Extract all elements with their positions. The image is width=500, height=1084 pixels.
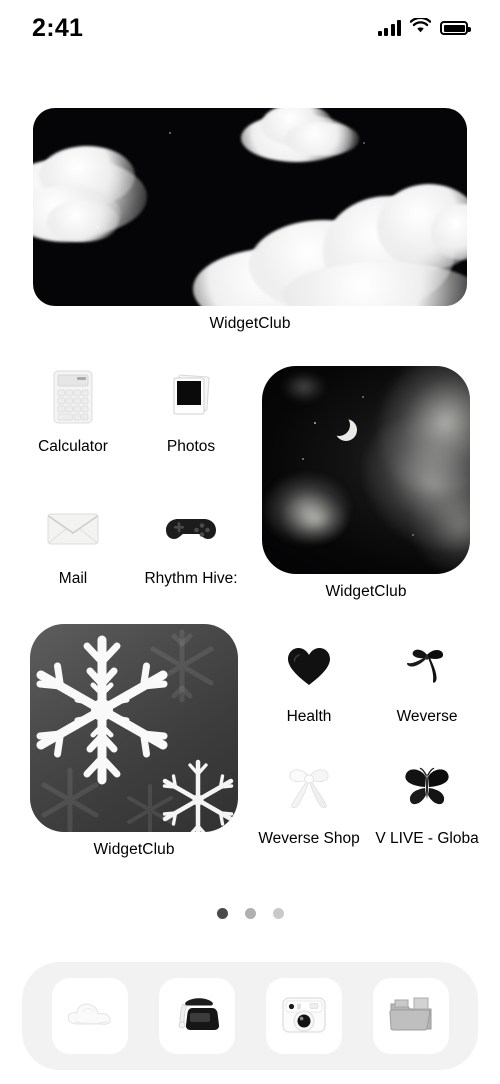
white-cloud-icon: [65, 998, 115, 1035]
status-bar-time: 2:41: [32, 13, 84, 42]
widget-label: WidgetClub: [209, 315, 291, 332]
widget-label: WidgetClub: [93, 841, 175, 858]
dock: [22, 962, 478, 1070]
dock-item-phone[interactable]: [158, 978, 235, 1054]
app-icon-weverse[interactable]: Weverse: [381, 638, 473, 726]
page-dot-2[interactable]: [244, 908, 256, 919]
widget-label: WidgetClub: [325, 583, 407, 600]
app-label: Weverse Shop: [258, 830, 360, 847]
widget-wide-clouds-art[interactable]: [33, 108, 467, 306]
widget-square-moon[interactable]: WidgetClub: [262, 366, 470, 601]
widget-square-moon-art[interactable]: [262, 366, 470, 574]
widget-square-snowflake[interactable]: WidgetClub: [30, 624, 238, 859]
instant-camera-icon: [280, 992, 328, 1041]
app-label: Weverse: [396, 708, 458, 725]
game-controller-icon: [162, 500, 220, 558]
calculator-icon: [44, 368, 102, 426]
app-label: Rhythm Hive:: [144, 570, 238, 587]
app-label: Calculator: [38, 438, 108, 455]
app-label: Photos: [166, 438, 216, 455]
app-label: Health: [286, 708, 332, 725]
widget-wide-clouds[interactable]: WidgetClub: [33, 108, 467, 333]
page-indicator-dots[interactable]: [0, 908, 500, 919]
crescent-moon-icon: [328, 414, 350, 436]
dock-item-files[interactable]: [372, 978, 449, 1054]
page-dot-1-active[interactable]: [216, 908, 228, 919]
app-row-2: Calculator Photos Mail Rhythm Hive: Widg…: [0, 360, 500, 610]
white-ribbon-bow-icon: [280, 760, 338, 818]
app-icon-health[interactable]: Health: [263, 638, 355, 726]
envelope-icon: [44, 500, 102, 558]
gray-folder-icon: [388, 994, 434, 1039]
wifi-icon: [409, 16, 432, 39]
app-icon-mail[interactable]: Mail: [27, 500, 119, 588]
black-telephone-icon: [174, 994, 220, 1039]
app-icon-v-live[interactable]: V LIVE - Globa: [375, 760, 479, 848]
battery-full-icon: [440, 21, 471, 35]
status-bar: 2:41: [0, 0, 500, 56]
app-icon-calculator[interactable]: Calculator: [27, 368, 119, 456]
app-label: Mail: [58, 570, 88, 587]
page-dot-3[interactable]: [272, 908, 284, 919]
polaroid-photo-icon: [162, 368, 220, 426]
black-butterfly-icon: [398, 760, 456, 818]
dock-item-camera[interactable]: [265, 978, 342, 1054]
app-label: V LIVE - Globa: [375, 830, 479, 847]
app-row-3: WidgetClub Health Weverse Weverse Shop V…: [0, 624, 500, 884]
app-icon-photos[interactable]: Photos: [145, 368, 237, 456]
black-heart-icon: [280, 638, 338, 696]
app-icon-rhythm-hive[interactable]: Rhythm Hive:: [144, 500, 238, 588]
black-ribbon-bow-icon: [398, 638, 456, 696]
cellular-signal-icon: [377, 20, 401, 36]
status-bar-indicators: [377, 16, 471, 39]
home-screen: 2:41 WidgetClub Calculator Photos Mail R…: [0, 0, 500, 1084]
dock-item-weather[interactable]: [51, 978, 128, 1054]
widget-square-snowflake-art[interactable]: [30, 624, 238, 832]
app-icon-weverse-shop[interactable]: Weverse Shop: [258, 760, 360, 848]
